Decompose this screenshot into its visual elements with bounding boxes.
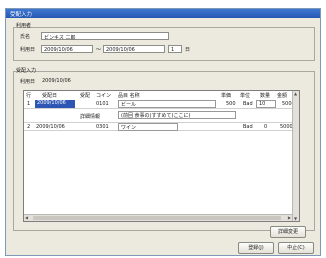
col-header-unit: 単位: [240, 93, 251, 99]
period-separator: 〜: [96, 47, 102, 53]
row-amount: 5000: [280, 124, 293, 130]
customer-group-label: 利用者: [16, 23, 32, 29]
row-unit: Bad: [243, 124, 253, 130]
col-header-price: 単価: [221, 93, 232, 99]
row-no: 2: [27, 124, 31, 130]
memo-label: 詳細情報: [80, 114, 101, 120]
col-header-amount: 金額: [277, 93, 288, 99]
days-unit: 日: [185, 47, 191, 53]
window-title: 受配入力: [10, 12, 33, 18]
row-unit: Bad: [243, 101, 253, 107]
period-to-field[interactable]: 2009/10/06: [103, 45, 165, 53]
memo-field[interactable]: (前回 食事の(すすめて)ここに): [118, 111, 236, 119]
row-qty[interactable]: 10: [256, 100, 276, 108]
order-grid[interactable]: 行 受配日 受配 コイン 品目 名称 単価 単位 数量 金額 1 2009/10…: [23, 90, 300, 222]
order-date-label: 利用日: [20, 79, 36, 85]
name-label: 氏名: [20, 34, 31, 40]
name-field[interactable]: ビンキス 二郎: [41, 32, 169, 41]
row-item[interactable]: ビール: [118, 100, 216, 108]
scroll-right-icon[interactable]: ▶: [288, 215, 291, 220]
order-date-value: 2009/10/06: [42, 78, 71, 84]
col-header-no: 行: [26, 93, 32, 99]
register-button[interactable]: 登録(J): [238, 242, 274, 254]
row-item[interactable]: ワイン: [118, 123, 178, 131]
days-field[interactable]: 1: [168, 45, 182, 53]
scroll-thumb[interactable]: [33, 216, 281, 220]
row-code: 0301: [96, 124, 109, 130]
table-row[interactable]: 2 2009/10/06 0301 ワイン Bad 0 5000: [24, 122, 293, 131]
order-group-label: 受配入力: [16, 68, 37, 74]
col-header-code: 受配: [80, 93, 91, 99]
vertical-scrollbar[interactable]: ▲ ▼: [292, 91, 299, 221]
table-row[interactable]: 1 2009/10/06 0101 ビール 500 Bad 10 5000: [24, 100, 295, 109]
row-code: 0101: [96, 101, 109, 107]
col-header-coin: コイン: [96, 93, 112, 99]
scroll-down-icon[interactable]: ▼: [294, 216, 297, 221]
row-qty: 0: [264, 124, 268, 130]
scroll-up-icon[interactable]: ▲: [294, 91, 297, 96]
row-price: 500: [226, 101, 236, 107]
row-no: 1: [27, 101, 31, 107]
horizontal-scrollbar[interactable]: ◀ ▶: [24, 214, 292, 221]
period-from-field[interactable]: 2009/10/06: [41, 45, 93, 53]
row-date-selected[interactable]: 2009/10/06: [35, 100, 75, 108]
col-header-qty: 数量: [260, 93, 271, 99]
col-header-item: 品目 名称: [118, 93, 140, 99]
col-header-date: 受配日: [42, 93, 58, 99]
cancel-button[interactable]: 中止(C): [278, 242, 314, 254]
row-date: 2009/10/06: [36, 124, 65, 130]
detail-change-button[interactable]: 詳細変更: [270, 226, 306, 238]
period-label: 利用日: [20, 47, 36, 53]
scroll-left-icon[interactable]: ◀: [25, 215, 28, 220]
title-bar: 受配入力: [6, 9, 320, 18]
order-entry-window: 受配入力 利用者 氏名 ビンキス 二郎 利用日 2009/10/06 〜 200…: [5, 8, 321, 256]
